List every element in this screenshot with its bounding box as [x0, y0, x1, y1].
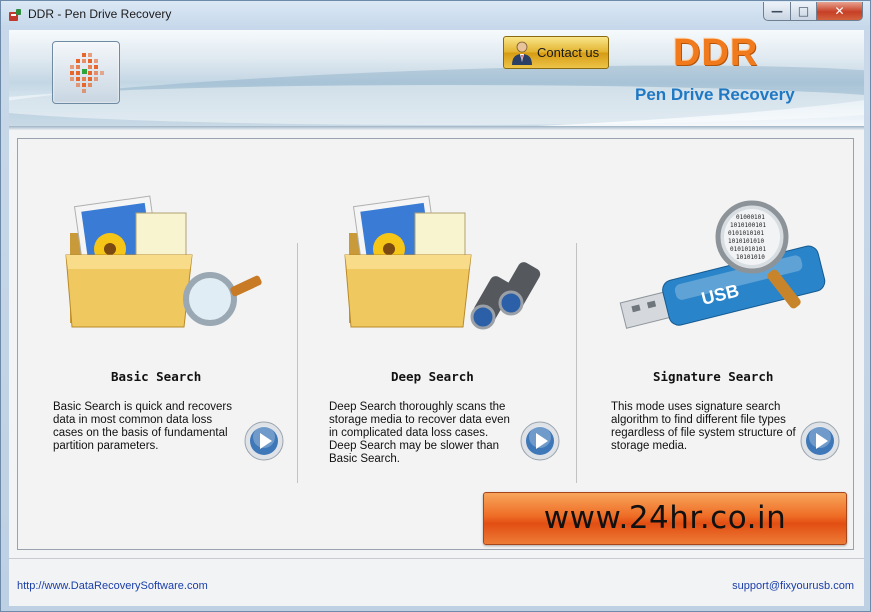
svg-text:0101010101: 0101010101 [728, 230, 765, 237]
contact-us-button[interactable]: Contact us [503, 36, 609, 69]
support-email-link[interactable]: support@fixyourusb.com [732, 580, 854, 592]
svg-text:1010101010: 1010101010 [728, 238, 765, 245]
folder-magnifier-icon [65, 195, 262, 328]
deep-search-description: Deep Search thoroughly scans the storage… [329, 401, 510, 465]
basic-search-start-button[interactable] [244, 421, 284, 461]
contact-us-label: Contact us [537, 45, 600, 60]
close-icon: ✕ [834, 4, 845, 18]
close-button[interactable]: ✕ [816, 2, 863, 21]
window-title: DDR - Pen Drive Recovery [28, 7, 172, 21]
play-icon [520, 421, 560, 461]
deep-search-start-button[interactable] [520, 421, 560, 461]
signature-search-start-button[interactable] [800, 421, 840, 461]
signature-search-description: This mode uses signature search algorith… [611, 401, 796, 452]
banner-separator [9, 126, 864, 130]
basic-search-description: Basic Search is quick and recovers data … [53, 401, 232, 452]
minimize-button[interactable]: — [763, 2, 791, 21]
search-options-panel: Basic Search Basic Search is quick and r… [17, 138, 854, 550]
deep-search-title: Deep Search [391, 369, 474, 384]
app-logo [52, 41, 120, 104]
footer-separator [9, 558, 864, 559]
option-divider [297, 243, 298, 483]
basic-search-title: Basic Search [111, 369, 202, 384]
svg-text:0101010101: 0101010101 [730, 246, 767, 253]
promo-banner[interactable]: www.24hr.co.in [483, 492, 847, 545]
client-area: Contact us DDR Pen Drive Recovery Basic … [9, 30, 864, 606]
usb-magnifier-icon: USB 01000101 1010100101 0101010101 10101… [619, 200, 826, 329]
website-link[interactable]: http://www.DataRecoverySoftware.com [17, 580, 208, 592]
person-icon [512, 41, 532, 65]
play-icon [800, 421, 840, 461]
app-icon [9, 9, 21, 21]
folder-binoculars-icon [344, 195, 541, 330]
maximize-button[interactable]: □ [790, 2, 817, 21]
promo-url-text: www.24hr.co.in [543, 500, 787, 536]
brand-subtitle: Pen Drive Recovery [635, 85, 795, 104]
option-divider [576, 243, 577, 483]
minimize-icon: — [771, 4, 783, 18]
signature-search-title: Signature Search [653, 369, 774, 384]
app-window: DDR - Pen Drive Recovery — □ ✕ Contact u… [0, 0, 871, 612]
play-icon [244, 421, 284, 461]
logo-grid-icon [70, 53, 104, 93]
maximize-icon: □ [797, 4, 810, 18]
svg-text:10101010: 10101010 [736, 254, 765, 261]
svg-text:1010100101: 1010100101 [730, 222, 767, 229]
brand-title: DDR [673, 32, 759, 74]
title-bar[interactable]: DDR - Pen Drive Recovery — □ ✕ [1, 1, 870, 29]
header-banner: Contact us DDR Pen Drive Recovery [9, 30, 864, 126]
svg-text:01000101: 01000101 [736, 214, 765, 221]
